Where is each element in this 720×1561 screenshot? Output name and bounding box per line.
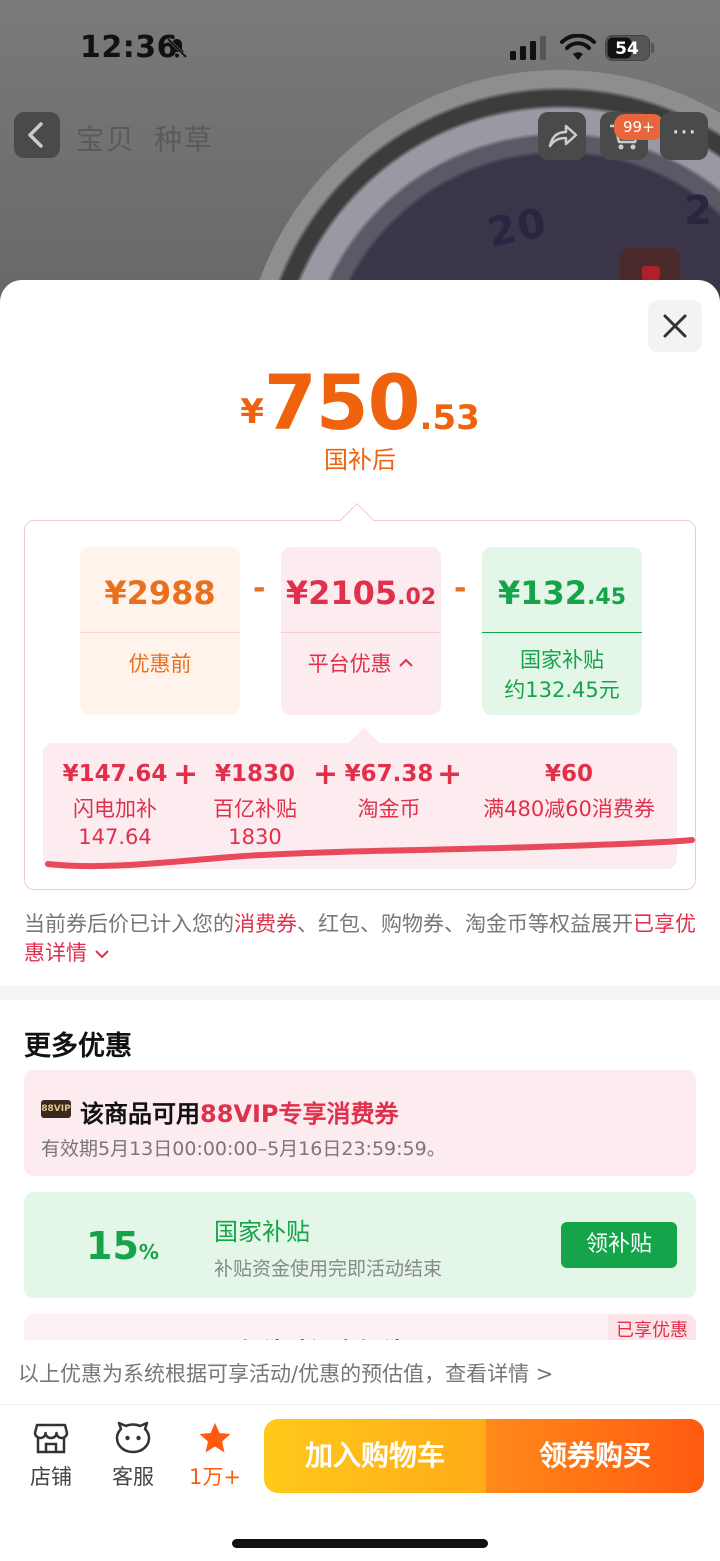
chevron-left-icon xyxy=(28,122,43,148)
platform-currency: ¥ xyxy=(285,574,309,612)
bottom-action-bar: 店铺 客服 1万+ 加入购物车 领券购买 xyxy=(0,1404,720,1561)
platform-discount-card[interactable]: ¥2105.02 平台优惠 xyxy=(281,547,441,715)
gov-amount: ¥132.45 xyxy=(482,547,642,633)
original-currency: ¥ xyxy=(104,574,127,612)
price-breakdown: ¥2988 优惠前 - ¥2105.02 平台优惠 - ¥132.45 国家补贴… xyxy=(24,503,696,890)
store-icon xyxy=(33,1423,69,1454)
tab-item[interactable]: 宝贝 xyxy=(76,123,136,156)
gov-subsidy-offer: 15% 国家补贴 补贴资金使用完即活动结束 领补贴 xyxy=(24,1192,696,1298)
subsidy-title: 国家补贴 xyxy=(214,1218,310,1246)
notice-text: 当前券后价已计入您的 xyxy=(24,912,234,936)
original-label: 优惠前 xyxy=(128,652,192,676)
add-to-cart-button[interactable]: 加入购物车 xyxy=(264,1419,486,1493)
service-label: 客服 xyxy=(112,1465,154,1489)
final-price: ¥750.53 xyxy=(0,358,720,447)
discount-detail-sheet: ¥750.53 国补后 ¥2988 优惠前 - ¥2105.02 平台优惠 - … xyxy=(0,280,720,1561)
price-decimal: .53 xyxy=(419,398,480,438)
gov-label: 国家补贴约132.45元 xyxy=(482,633,642,705)
platform-label-text: 平台优惠 xyxy=(307,652,392,676)
detail-value: ¥1830 xyxy=(214,761,296,787)
more-button[interactable]: ··· xyxy=(660,112,708,160)
share-icon xyxy=(548,124,578,148)
detail-value: ¥147.64 xyxy=(62,761,168,787)
battery-icon: 54 xyxy=(605,35,654,61)
star-icon xyxy=(199,1423,231,1453)
original-amount: ¥2988 xyxy=(80,547,240,633)
subsidy-desc: 补贴资金使用完即活动结束 xyxy=(214,1258,443,1280)
price-currency: ¥ xyxy=(240,392,264,432)
detail-label: 满480减60消费券 xyxy=(483,797,655,821)
tab-notes[interactable]: 种草 xyxy=(154,123,214,156)
platform-decimal: .02 xyxy=(397,585,437,610)
gov-subsidy-card: ¥132.45 国家补贴约132.45元 xyxy=(482,547,642,715)
subsidy-percent-sign: % xyxy=(138,1240,159,1264)
customer-service-button[interactable]: 客服 xyxy=(108,1421,158,1491)
detail-label: 闪电加补 xyxy=(73,797,157,821)
gov-label-text: 国家补贴 xyxy=(520,648,604,672)
gov-currency: ¥ xyxy=(497,574,521,612)
original-integer: 2988 xyxy=(126,574,216,612)
detail-item: ¥60 满480减60消费券 xyxy=(469,761,669,823)
vip-coupon-card[interactable]: 88VIP 该商品可用88VIP专享消费券 有效期5月13日00:00:00–5… xyxy=(24,1070,696,1176)
minus-sign: - xyxy=(454,571,467,606)
vip-title-highlight: 88VIP专享消费券 xyxy=(200,1100,399,1128)
vip-title-prefix: 该商品可用 xyxy=(80,1100,200,1128)
share-button[interactable] xyxy=(538,112,586,160)
handwritten-underline xyxy=(45,837,695,870)
back-button[interactable] xyxy=(14,112,60,158)
price-integer: 750 xyxy=(263,358,421,447)
claim-subsidy-button[interactable]: 领补贴 xyxy=(561,1222,677,1268)
vip-badge-icon: 88VIP xyxy=(41,1100,71,1118)
breakdown-pointer xyxy=(340,503,374,537)
price-label: 国补后 xyxy=(324,446,396,474)
bell-muted-icon xyxy=(166,37,188,59)
subsidy-percent: 15% xyxy=(86,1224,159,1268)
vip-validity: 有效期5月13日00:00:00–5月16日23:59:59。 xyxy=(41,1138,446,1160)
cart-count-badge: 99+ xyxy=(614,114,664,140)
plus-sign: + xyxy=(437,757,463,792)
chevron-down-icon xyxy=(94,950,109,959)
status-time: 12:36 xyxy=(80,30,178,65)
detail-label: 淘金币 xyxy=(357,797,421,821)
favorite-count: 1万+ xyxy=(189,1465,241,1489)
estimate-notice[interactable]: 以上优惠为系统根据可享活动/优惠的预估值，查看详情 > xyxy=(0,1340,720,1406)
more-offers-title: 更多优惠 xyxy=(24,1031,132,1062)
battery-level: 54 xyxy=(615,39,639,59)
section-divider xyxy=(0,986,720,1000)
platform-amount: ¥2105.02 xyxy=(281,547,441,633)
gov-decimal: .45 xyxy=(587,585,627,610)
platform-integer: 2105 xyxy=(308,574,398,612)
subsidy-percent-value: 15 xyxy=(86,1224,139,1268)
chevron-up-icon xyxy=(399,658,414,667)
buy-with-coupon-button[interactable]: 领券购买 xyxy=(486,1419,704,1493)
vip-coupon-title: 该商品可用88VIP专享消费券 xyxy=(80,1094,399,1129)
discount-notice: 当前券后价已计入您的消费券、红包、购物券、淘金币等权益展开已享优惠详情 xyxy=(24,910,696,968)
store-button[interactable]: 店铺 xyxy=(26,1421,76,1491)
gov-label-sub: 约132.45元 xyxy=(504,678,620,702)
detail-item: ¥67.38 淘金币 xyxy=(333,761,445,823)
close-icon xyxy=(663,314,687,338)
store-label: 店铺 xyxy=(30,1465,72,1489)
estimate-text: 以上优惠为系统根据可享活动/优惠的预估值，查看详情 > xyxy=(18,1362,554,1386)
original-price-card: ¥2988 优惠前 xyxy=(80,547,240,715)
cellular-signal-icon xyxy=(510,36,546,60)
wifi-icon xyxy=(560,34,596,60)
detail-value: ¥67.38 xyxy=(344,761,434,787)
close-button[interactable] xyxy=(648,300,702,352)
home-indicator xyxy=(232,1539,488,1548)
customer-service-icon xyxy=(115,1421,151,1454)
product-tabs: 宝贝 种草 xyxy=(76,118,232,158)
platform-label: 平台优惠 xyxy=(281,633,441,679)
detail-label: 百亿补贴 xyxy=(213,797,297,821)
minus-sign: - xyxy=(253,571,266,606)
favorite-button[interactable]: 1万+ xyxy=(184,1421,246,1491)
detail-value: ¥60 xyxy=(544,761,593,787)
status-bar: 12:36 54 xyxy=(0,0,720,96)
details-pointer xyxy=(348,727,380,759)
watch-numeral-partial: 2 xyxy=(684,188,712,234)
notice-text: 、红包、购物券、淘金币等权益展开 xyxy=(297,912,633,936)
gov-integer: 132 xyxy=(520,574,588,612)
notice-highlight-coupon[interactable]: 消费券 xyxy=(234,912,297,936)
